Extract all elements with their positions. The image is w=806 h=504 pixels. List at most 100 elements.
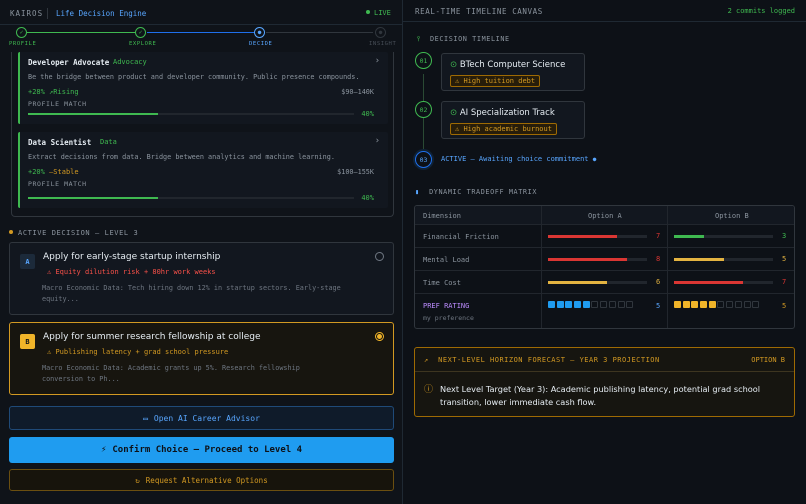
profile-match-value: 40% — [361, 194, 374, 202]
forecast-title: ↗ NEXT-LEVEL HORIZON FORECAST — YEAR 3 P… — [424, 356, 660, 364]
career-description: Extract decisions from data. Bridge betw… — [28, 153, 335, 161]
request-alternatives-button[interactable]: ↻ Request Alternative Options — [9, 469, 394, 491]
step-label-insight: INSIGHT — [369, 41, 397, 47]
rating-block[interactable] — [556, 301, 564, 308]
career-card-developer-advocate[interactable]: Developer Advocate Advocacy › Be the bri… — [18, 52, 388, 124]
forecast-text: Next Level Target (Year 3): Academic pub… — [440, 384, 761, 407]
rating-block[interactable] — [582, 301, 590, 308]
career-growth: +20% —Stable — [28, 168, 79, 176]
live-label: LIVE — [374, 9, 391, 17]
timeline-title-text: BTech Computer Science — [459, 60, 566, 70]
forecast-option: OPTION B — [751, 356, 785, 364]
column-option-a: Option A — [588, 212, 622, 220]
pref-rating-b-blocks[interactable] — [674, 301, 761, 310]
option-title: Apply for early-stage startup internship — [43, 252, 221, 262]
chevron-right-icon[interactable]: › — [375, 56, 380, 66]
timeline-node[interactable]: 02 — [415, 101, 432, 118]
timeline-card-title: ⊙ AI Specialization Track — [450, 108, 555, 118]
dimension-label: Time Cost — [423, 279, 461, 287]
pref-rating-row: PREF RATING my preference 5 5 — [415, 294, 794, 328]
rating-block[interactable] — [700, 301, 708, 308]
decision-timeline-heading: ⫯ DECISION TIMELINE — [417, 35, 510, 44]
warning-icon: ⚠ — [47, 348, 52, 356]
option-risk: ⚠ Equity dilution risk + 80hr work weeks — [47, 268, 216, 276]
active-decision-title: ACTIVE DECISION — LEVEL 3 — [18, 229, 139, 237]
rating-block[interactable] — [608, 301, 616, 308]
warning-icon: ⚠ — [455, 125, 460, 133]
career-tag: Advocacy — [113, 58, 147, 66]
career-card-data-scientist[interactable]: Data Scientist Data › Extract decisions … — [18, 132, 388, 208]
growth-value: +28% — [28, 88, 45, 96]
rating-block[interactable] — [717, 301, 725, 308]
rating-block[interactable] — [617, 301, 625, 308]
chat-icon: ▭ — [143, 413, 148, 423]
open-ai-advisor-button[interactable]: ▭ Open AI Career Advisor — [9, 406, 394, 430]
option-risk: ⚠ Publishing latency + grad school press… — [47, 348, 228, 356]
confirm-choice-button[interactable]: ⚡ Confirm Choice — Proceed to Level 4 — [9, 437, 394, 463]
option-b-card[interactable]: B Apply for summer research fellowship a… — [9, 322, 394, 395]
rating-block[interactable] — [674, 301, 681, 308]
profile-match-bar — [28, 113, 354, 115]
option-a-radio[interactable] — [375, 252, 384, 261]
growth-value: +20% — [28, 168, 45, 176]
tradeoff-matrix: Dimension Option A Option B Financial Fr… — [414, 205, 795, 329]
rating-block[interactable] — [691, 301, 699, 308]
rating-block[interactable] — [600, 301, 608, 308]
rating-block[interactable] — [726, 301, 734, 308]
live-status: LIVE — [366, 9, 391, 17]
dimension-label: Mental Load — [423, 256, 470, 264]
pref-rating-a-blocks[interactable] — [548, 301, 635, 310]
canvas-header-separator — [403, 21, 806, 22]
profile-match-label: PROFILE MATCH — [28, 180, 87, 188]
step-decide-dot-icon[interactable]: ● — [254, 27, 265, 38]
timeline-card-title: ⊙ BTech Computer Science — [450, 60, 565, 70]
step-profile-check-icon[interactable]: ✓ — [16, 27, 27, 38]
pref-rating-label: PREF RATING — [423, 302, 470, 310]
step-connector — [27, 32, 135, 33]
rating-block[interactable] — [548, 301, 555, 308]
rating-block[interactable] — [682, 301, 690, 308]
forecast-header: ↗ NEXT-LEVEL HORIZON FORECAST — YEAR 3 P… — [415, 348, 794, 372]
pref-rating-sub: my preference — [423, 314, 474, 322]
commits-count: 2 commits logged — [727, 7, 795, 15]
pulse-dot-icon: ● — [592, 156, 597, 163]
timeline-node-active[interactable]: 03 — [415, 151, 432, 168]
timeline-node[interactable]: 01 — [415, 52, 432, 69]
option-a-value: 8 — [656, 255, 661, 263]
rating-block[interactable] — [574, 301, 582, 308]
pref-rating-a-value: 5 — [656, 302, 661, 310]
column-dimension: Dimension — [423, 212, 461, 220]
matrix-row: Mental Load 8 5 — [415, 248, 794, 271]
rating-block[interactable] — [752, 301, 760, 308]
rating-block[interactable] — [743, 301, 751, 308]
step-insight-dot-icon[interactable]: ● — [375, 27, 386, 38]
matrix-row: Financial Friction 7 3 — [415, 225, 794, 248]
rating-block[interactable] — [591, 301, 599, 308]
lightning-icon: ⚡ — [100, 445, 107, 455]
rating-block[interactable] — [565, 301, 573, 308]
step-connector — [147, 32, 254, 33]
step-explore-check-icon[interactable]: ✓ — [135, 27, 146, 38]
option-a-card[interactable]: A Apply for early-stage startup internsh… — [9, 242, 394, 315]
check-circle-icon: ⊙ — [450, 108, 458, 118]
pref-rating-b-value: 5 — [782, 302, 787, 310]
rating-block[interactable] — [708, 301, 716, 308]
timeline-card-btech[interactable]: ⊙ BTech Computer Science ⚠ High tuition … — [441, 53, 585, 91]
status-dot-icon — [9, 230, 13, 234]
brand-name: KAIROS — [10, 9, 44, 18]
chevron-right-icon[interactable]: › — [375, 136, 380, 146]
option-b-bar — [674, 281, 773, 284]
timeline-card-ai-specialization[interactable]: ⊙ AI Specialization Track ⚠ High academi… — [441, 101, 585, 139]
active-decision-heading: ACTIVE DECISION — LEVEL 3 — [9, 229, 138, 237]
canvas-title: REAL-TIME TIMELINE CANVAS — [415, 7, 543, 16]
rating-block[interactable] — [734, 301, 742, 308]
option-letter-badge: A — [20, 254, 35, 269]
profile-match-label: PROFILE MATCH — [28, 100, 87, 108]
advisor-button-label: Open AI Career Advisor — [153, 413, 260, 423]
warning-text: High tuition debt — [463, 77, 536, 85]
active-status-text: ACTIVE — Awaiting choice commitment — [441, 155, 589, 163]
rating-block[interactable] — [626, 301, 634, 308]
timeline-heading-text: DECISION TIMELINE — [429, 35, 510, 43]
warning-pill: ⚠ High academic burnout — [450, 123, 557, 135]
option-b-radio[interactable] — [375, 332, 384, 341]
